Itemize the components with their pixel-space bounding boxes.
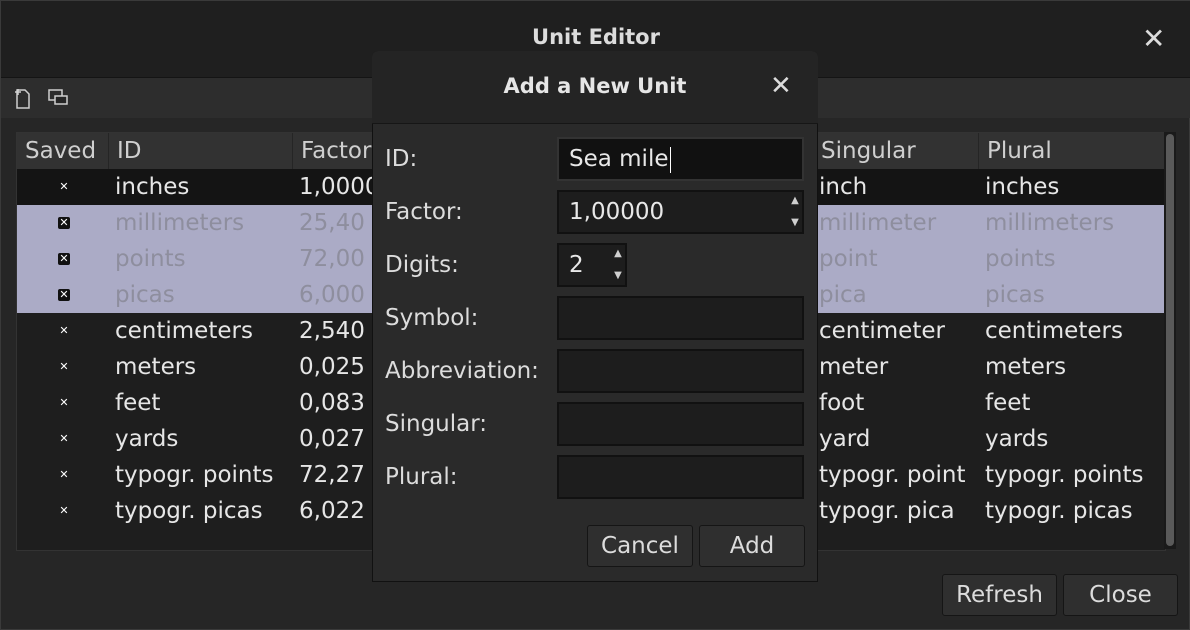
row-factor: 6,022 [299,498,365,524]
row-id: feet [115,390,161,416]
row-id: points [115,246,186,272]
refresh-button[interactable]: Refresh [942,574,1057,616]
factor-value: 1,00000 [569,199,665,225]
row-plural: inches [985,174,1060,200]
digits-label: Digits: [385,252,459,278]
row-singular: centimeter [819,318,945,344]
row-singular: millimeter [819,210,937,236]
close-dialog-icon[interactable]: ✕ [770,73,792,99]
row-singular: foot [819,390,865,416]
row-factor: 2,540 [299,318,365,344]
table-scrollbar[interactable] [1164,132,1176,549]
saved-checkbox-icon[interactable]: ✕ [58,181,70,193]
row-plural: typogr. points [985,462,1144,488]
factor-increment-icon[interactable]: ▲ [787,190,803,212]
add-button[interactable]: Add [699,525,805,567]
plural-label: Plural: [385,464,458,490]
row-plural: meters [985,354,1067,380]
symbol-field[interactable] [557,296,804,340]
saved-checkbox-icon[interactable]: ✕ [58,397,70,409]
column-singular[interactable]: Singular [813,133,979,169]
row-plural: picas [985,282,1045,308]
row-plural: millimeters [985,210,1115,236]
row-factor: 0,083 [299,390,365,416]
window-title: Unit Editor [532,25,660,49]
saved-checkbox-icon[interactable]: ✕ [58,289,70,301]
saved-checkbox-icon[interactable]: ✕ [58,217,70,229]
id-field[interactable]: Sea mile [557,137,804,181]
row-singular: meter [819,354,889,380]
column-id[interactable]: ID [109,133,293,169]
factor-spin-buttons: ▲ ▼ [787,190,803,234]
id-value: Sea mile [569,146,669,172]
digits-value: 2 [569,252,584,278]
new-unit-icon[interactable] [11,86,35,110]
row-singular: pica [819,282,867,308]
row-singular: typogr. point [819,462,966,488]
dialog-title: Add a New Unit [503,74,687,98]
factor-label: Factor: [385,199,463,225]
saved-checkbox-icon[interactable]: ✕ [58,433,70,445]
row-factor: 25,40 [299,210,365,236]
saved-checkbox-icon[interactable]: ✕ [58,253,70,265]
factor-decrement-icon[interactable]: ▼ [787,212,803,234]
row-singular: yard [819,426,871,452]
singular-field[interactable] [557,402,804,446]
row-id: typogr. picas [115,498,263,524]
row-singular: point [819,246,878,272]
text-cursor [669,146,671,173]
row-plural: yards [985,426,1049,452]
row-factor: 1,0000 [299,174,375,200]
row-id: picas [115,282,175,308]
digits-spin-buttons: ▲ ▼ [610,243,626,287]
row-singular: inch [819,174,868,200]
row-factor: 0,027 [299,426,365,452]
duplicate-unit-icon[interactable] [46,86,70,110]
symbol-label: Symbol: [385,305,479,331]
plural-field[interactable] [557,455,804,499]
abbreviation-label: Abbreviation: [385,358,539,384]
row-id: yards [115,426,179,452]
singular-label: Singular: [385,411,488,437]
id-label: ID: [385,146,418,172]
close-button[interactable]: Close [1063,574,1178,616]
factor-spinner[interactable]: 1,00000 [557,190,804,234]
row-id: centimeters [115,318,253,344]
column-saved[interactable]: Saved [17,133,109,169]
row-plural: centimeters [985,318,1123,344]
row-factor: 72,00 [299,246,365,272]
row-id: typogr. points [115,462,274,488]
row-id: millimeters [115,210,245,236]
row-factor: 72,27 [299,462,365,488]
saved-checkbox-icon[interactable]: ✕ [58,505,70,517]
saved-checkbox-icon[interactable]: ✕ [58,325,70,337]
row-plural: points [985,246,1056,272]
row-id: inches [115,174,190,200]
cancel-button[interactable]: Cancel [587,525,693,567]
digits-decrement-icon[interactable]: ▼ [610,265,626,287]
column-plural[interactable]: Plural [979,133,1165,169]
saved-checkbox-icon[interactable]: ✕ [58,469,70,481]
saved-checkbox-icon[interactable]: ✕ [58,361,70,373]
scroll-thumb[interactable] [1166,134,1174,546]
row-plural: feet [985,390,1031,416]
row-singular: typogr. pica [819,498,955,524]
abbreviation-field[interactable] [557,349,804,393]
row-factor: 0,025 [299,354,365,380]
digits-increment-icon[interactable]: ▲ [610,243,626,265]
row-factor: 6,000 [299,282,365,308]
row-plural: typogr. picas [985,498,1133,524]
row-id: meters [115,354,197,380]
close-window-icon[interactable]: ✕ [1142,25,1165,53]
dialog-titlebar: Add a New Unit ✕ [372,51,818,124]
